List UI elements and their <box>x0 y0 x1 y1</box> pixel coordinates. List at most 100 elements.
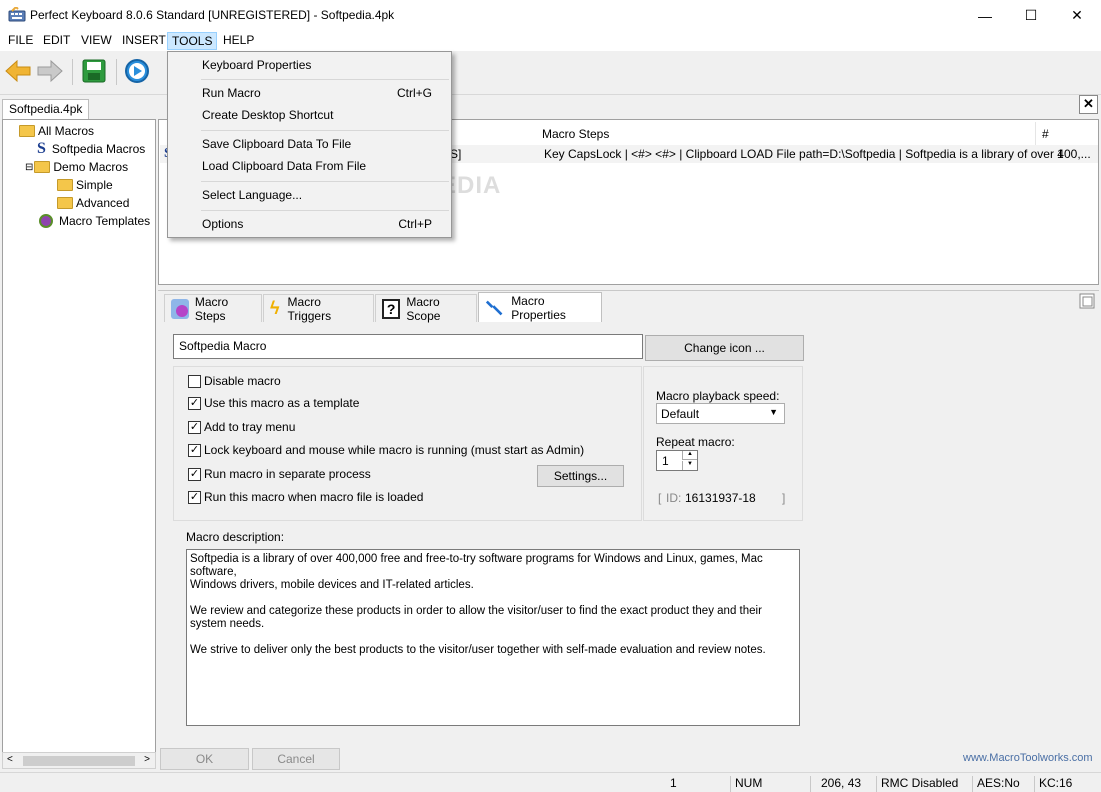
scroll-thumb[interactable] <box>23 756 135 766</box>
restore-panel-icon[interactable] <box>1079 293 1095 309</box>
folder-icon <box>57 197 73 209</box>
tree-item-simple[interactable]: Simple <box>57 176 113 194</box>
checkbox-run-on-load[interactable]: ✓ Run this macro when macro file is loade… <box>188 488 423 506</box>
repeat-macro-stepper[interactable]: 1 ▲ ▼ <box>656 450 698 471</box>
document-tab[interactable]: Softpedia.4pk <box>2 99 89 119</box>
app-keyboard-icon <box>8 7 26 22</box>
stepper-down-icon[interactable]: ▼ <box>682 461 697 470</box>
collapse-icon[interactable]: ⊟ <box>25 162 33 173</box>
checkbox-box[interactable] <box>188 374 201 388</box>
id-bracket-open: [ <box>658 491 662 505</box>
minimize-button[interactable]: — <box>962 0 1008 31</box>
menu-view[interactable]: VIEW <box>77 32 116 50</box>
tree-item-all-macros[interactable]: All Macros <box>19 122 94 140</box>
menu-item-options[interactable]: Options Ctrl+P <box>202 213 432 235</box>
playback-speed-select[interactable]: Default ▼ <box>656 403 785 424</box>
menu-item-create-desktop-shortcut[interactable]: Create Desktop Shortcut <box>202 104 432 126</box>
status-rmc: RMC Disabled <box>876 776 972 792</box>
menu-separator <box>201 181 449 182</box>
menu-file[interactable]: FILE <box>4 32 37 50</box>
tree-item-macro-templates[interactable]: Macro Templates <box>39 212 150 230</box>
status-count: 1 <box>670 776 677 790</box>
id-label: ID: <box>666 491 682 505</box>
maximize-button[interactable]: ☐ <box>1008 0 1054 31</box>
forward-arrow-icon[interactable] <box>36 57 64 85</box>
macro-steps-icon <box>171 298 189 319</box>
tools-dropdown-menu: Keyboard Properties Run Macro Ctrl+G Crea… <box>167 51 452 238</box>
save-icon[interactable] <box>80 57 108 85</box>
close-document-button[interactable]: ✕ <box>1079 95 1098 114</box>
menu-item-run-macro[interactable]: Run Macro Ctrl+G <box>202 82 432 104</box>
id-bracket-close: ] <box>782 491 786 505</box>
menu-separator <box>201 210 449 211</box>
templates-icon <box>39 214 53 228</box>
menu-edit[interactable]: EDIT <box>39 32 74 50</box>
checkbox-box[interactable]: ✓ <box>188 420 201 434</box>
toolbar <box>0 51 1101 95</box>
chevron-down-icon: ▼ <box>769 407 778 417</box>
menu-bar: FILE EDIT VIEW INSERT TOOLS HELP <box>0 31 1101 51</box>
menu-item-save-clipboard[interactable]: Save Clipboard Data To File <box>202 133 432 155</box>
checkbox-disable-macro[interactable]: Disable macro <box>188 372 281 390</box>
cancel-button[interactable]: Cancel <box>252 748 340 770</box>
checkbox-add-to-tray[interactable]: ✓ Add to tray menu <box>188 418 295 436</box>
menu-tools[interactable]: TOOLS <box>167 32 218 50</box>
macro-tree: All Macros S Softpedia Macros ⊟ Demo Mac… <box>2 119 156 753</box>
tab-macro-scope[interactable]: ? Macro Scope <box>375 294 477 323</box>
column-count[interactable]: # <box>1036 122 1098 145</box>
status-aes: AES:No <box>972 776 1034 792</box>
folder-icon <box>19 125 35 137</box>
menu-separator <box>201 130 449 131</box>
tree-item-softpedia-macros[interactable]: S Softpedia Macros <box>37 140 145 158</box>
column-macro-steps[interactable]: Macro Steps <box>536 122 1036 145</box>
checkbox-box[interactable]: ✓ <box>188 490 201 504</box>
question-icon: ? <box>382 298 401 319</box>
folder-icon <box>57 179 73 191</box>
ok-button[interactable]: OK <box>160 748 249 770</box>
checkbox-lock-keyboard[interactable]: ✓ Lock keyboard and mouse while macro is … <box>188 441 584 459</box>
checkbox-box[interactable]: ✓ <box>188 467 201 481</box>
status-position: 206, 43 <box>810 776 876 792</box>
checkbox-separate-process[interactable]: ✓ Run macro in separate process <box>188 465 371 483</box>
tab-macro-properties[interactable]: Macro Properties <box>478 292 602 322</box>
macro-name-input[interactable]: Softpedia Macro <box>173 334 643 359</box>
menu-item-select-language[interactable]: Select Language... <box>202 184 432 206</box>
website-link[interactable]: www.MacroToolworks.com <box>963 752 1093 764</box>
settings-button[interactable]: Settings... <box>537 465 624 487</box>
description-textarea[interactable]: Softpedia is a library of over 400,000 f… <box>186 549 800 726</box>
menu-insert[interactable]: INSERT <box>118 32 170 50</box>
macro-steps-cell: Key CapsLock | <#> <#> | Clipboard LOAD … <box>544 147 1091 161</box>
stepper-up-icon[interactable]: ▲ <box>682 451 697 460</box>
status-kc: KC:16 <box>1034 776 1101 792</box>
change-icon-button[interactable]: Change icon ... <box>645 335 804 361</box>
tree-item-demo-macros[interactable]: ⊟ Demo Macros <box>25 158 128 176</box>
checkbox-use-as-template[interactable]: ✓ Use this macro as a template <box>188 394 359 412</box>
status-bar: 1 NUM 206, 43 RMC Disabled AES:No KC:16 <box>0 772 1101 792</box>
toolbar-separator <box>72 59 73 85</box>
menu-item-keyboard-properties[interactable]: Keyboard Properties <box>202 54 432 76</box>
status-num: NUM <box>730 776 810 792</box>
description-label: Macro description: <box>186 530 285 544</box>
folder-icon <box>34 161 51 173</box>
tab-macro-triggers[interactable]: ϟ Macro Triggers <box>263 294 374 323</box>
tree-horizontal-scrollbar[interactable]: < > <box>2 752 156 769</box>
wrench-icon <box>485 300 503 315</box>
title-bar: Perfect Keyboard 8.0.6 Standard [UNREGIS… <box>0 0 1101 31</box>
scroll-left-icon[interactable]: < <box>7 754 13 765</box>
back-arrow-icon[interactable] <box>4 57 32 85</box>
playback-speed-label: Macro playback speed: <box>656 389 780 403</box>
macro-count-cell: 1 <box>1057 147 1064 161</box>
repeat-macro-label: Repeat macro: <box>656 435 735 449</box>
close-window-button[interactable]: ✕ <box>1054 0 1100 31</box>
menu-separator <box>201 79 449 80</box>
checkbox-box[interactable]: ✓ <box>188 443 201 457</box>
menu-help[interactable]: HELP <box>219 32 258 50</box>
menu-item-load-clipboard[interactable]: Load Clipboard Data From File <box>202 155 432 177</box>
checkbox-box[interactable]: ✓ <box>188 396 201 410</box>
softpedia-s-icon: S <box>37 140 46 157</box>
id-value: 16131937-18 <box>685 491 756 505</box>
tab-macro-steps[interactable]: Macro Steps <box>164 294 262 323</box>
tree-item-advanced[interactable]: Advanced <box>57 194 129 212</box>
scroll-right-icon[interactable]: > <box>144 754 150 765</box>
play-icon[interactable] <box>123 57 151 85</box>
